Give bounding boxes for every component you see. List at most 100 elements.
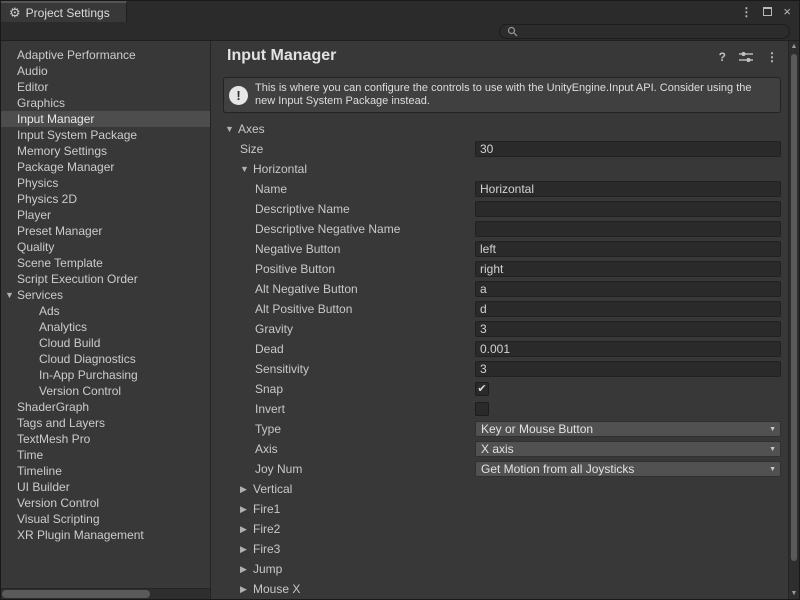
foldout-closed-icon[interactable]: ▶ bbox=[240, 504, 253, 515]
search-input[interactable] bbox=[522, 25, 782, 38]
gear-icon: ⚙ bbox=[9, 6, 21, 19]
foldout-open-icon[interactable]: ▼ bbox=[5, 287, 17, 303]
property-label[interactable]: Mouse X bbox=[253, 582, 300, 596]
text-field-gravity[interactable]: 3 bbox=[475, 321, 781, 337]
property-label[interactable]: Jump bbox=[253, 562, 282, 576]
sidebar-item-memory-settings[interactable]: Memory Settings bbox=[1, 143, 210, 159]
vertical-scrollbar[interactable]: ▲ ▼ bbox=[788, 41, 799, 599]
sidebar-item-physics-2d[interactable]: Physics 2D bbox=[1, 191, 210, 207]
property-label[interactable]: Fire2 bbox=[253, 522, 280, 536]
scrollbar-handle[interactable] bbox=[2, 590, 150, 598]
sidebar-item-input-system-package[interactable]: Input System Package bbox=[1, 127, 210, 143]
presets-icon[interactable] bbox=[739, 51, 753, 63]
text-field-negative-button[interactable]: left bbox=[475, 241, 781, 257]
sidebar-item-editor[interactable]: Editor bbox=[1, 79, 210, 95]
sidebar-item-ui-builder[interactable]: UI Builder bbox=[1, 479, 210, 495]
text-field-alt-negative-button[interactable]: a bbox=[475, 281, 781, 297]
project-settings-window: ⚙ Project Settings ⋮ × Adaptive Performa… bbox=[0, 0, 800, 600]
sidebar-item-analytics[interactable]: Analytics bbox=[1, 319, 210, 335]
dropdown-axis[interactable]: X axis▼ bbox=[475, 441, 781, 457]
property-label[interactable]: Vertical bbox=[253, 482, 292, 496]
sidebar-item-audio[interactable]: Audio bbox=[1, 63, 210, 79]
foldout-closed-icon[interactable]: ▶ bbox=[240, 484, 253, 495]
foldout-closed-icon[interactable]: ▶ bbox=[240, 564, 253, 575]
property-label[interactable]: Horizontal bbox=[253, 162, 307, 176]
sidebar-item-preset-manager[interactable]: Preset Manager bbox=[1, 223, 210, 239]
property-label: Descriptive Negative Name bbox=[255, 222, 400, 236]
sidebar-horizontal-scrollbar[interactable] bbox=[1, 588, 210, 599]
sidebar-item-in-app-purchasing[interactable]: In-App Purchasing bbox=[1, 367, 210, 383]
sidebar-item-shadergraph[interactable]: ShaderGraph bbox=[1, 399, 210, 415]
property-label: Size bbox=[240, 142, 263, 156]
scrollbar-handle[interactable] bbox=[791, 54, 797, 561]
sidebar-item-cloud-diagnostics[interactable]: Cloud Diagnostics bbox=[1, 351, 210, 367]
property-label[interactable]: Fire1 bbox=[253, 502, 280, 516]
text-field-value: 30 bbox=[480, 142, 493, 156]
sidebar-item-adaptive-performance[interactable]: Adaptive Performance bbox=[1, 47, 210, 63]
sidebar-item-tags-and-layers[interactable]: Tags and Layers bbox=[1, 415, 210, 431]
close-icon[interactable]: × bbox=[783, 4, 791, 19]
scroll-up-icon[interactable]: ▲ bbox=[789, 43, 799, 50]
property-label[interactable]: Fire3 bbox=[253, 542, 280, 556]
checkbox-snap[interactable]: ✔ bbox=[475, 382, 489, 396]
property-label: Dead bbox=[255, 342, 284, 356]
foldout-closed-icon[interactable]: ▶ bbox=[240, 524, 253, 535]
foldout-closed-icon[interactable]: ▶ bbox=[240, 544, 253, 555]
foldout-closed-icon[interactable]: ▶ bbox=[240, 584, 253, 595]
sidebar-item-version-control[interactable]: Version Control bbox=[1, 383, 210, 399]
property-label: Gravity bbox=[255, 322, 293, 336]
property-label: Name bbox=[255, 182, 287, 196]
sidebar-item-xr-plugin-management[interactable]: XR Plugin Management bbox=[1, 527, 210, 543]
info-helpbox: ! This is where you can configure the co… bbox=[223, 77, 781, 113]
sidebar-item-timeline[interactable]: Timeline bbox=[1, 463, 210, 479]
sidebar-item-script-execution-order[interactable]: Script Execution Order bbox=[1, 271, 210, 287]
foldout-open-icon[interactable]: ▼ bbox=[225, 124, 238, 134]
dropdown-joy-num[interactable]: Get Motion from all Joysticks▼ bbox=[475, 461, 781, 477]
dropdown-type[interactable]: Key or Mouse Button▼ bbox=[475, 421, 781, 437]
sidebar-item-input-manager[interactable]: Input Manager bbox=[1, 111, 210, 127]
text-field-alt-positive-button[interactable]: d bbox=[475, 301, 781, 317]
property-label: Negative Button bbox=[255, 242, 340, 256]
sidebar-item-services[interactable]: ▼Services bbox=[1, 287, 210, 303]
help-icon[interactable]: ? bbox=[719, 50, 726, 64]
property-label[interactable]: Axes bbox=[238, 122, 265, 136]
property-row-positive-button: Positive Button right bbox=[211, 259, 788, 279]
property-row-dead: Dead 0.001 bbox=[211, 339, 788, 359]
sidebar-item-player[interactable]: Player bbox=[1, 207, 210, 223]
sidebar-item-label: Adaptive Performance bbox=[17, 48, 136, 62]
sidebar-item-scene-template[interactable]: Scene Template bbox=[1, 255, 210, 271]
sidebar-item-physics[interactable]: Physics bbox=[1, 175, 210, 191]
sidebar-item-package-manager[interactable]: Package Manager bbox=[1, 159, 210, 175]
scroll-down-icon[interactable]: ▼ bbox=[789, 590, 799, 597]
sidebar-item-visual-scripting[interactable]: Visual Scripting bbox=[1, 511, 210, 527]
text-field-sensitivity[interactable]: 3 bbox=[475, 361, 781, 377]
sidebar-item-quality[interactable]: Quality bbox=[1, 239, 210, 255]
sidebar-item-cloud-build[interactable]: Cloud Build bbox=[1, 335, 210, 351]
text-field-positive-button[interactable]: right bbox=[475, 261, 781, 277]
property-label: Snap bbox=[255, 382, 283, 396]
property-label: Positive Button bbox=[255, 262, 335, 276]
dropdown-value: Get Motion from all Joysticks bbox=[481, 462, 634, 476]
text-field-name[interactable]: Horizontal bbox=[475, 181, 781, 197]
panel-menu-icon[interactable]: ⋮ bbox=[766, 50, 778, 64]
text-field-descriptive-name[interactable] bbox=[475, 201, 781, 217]
sidebar-item-ads[interactable]: Ads bbox=[1, 303, 210, 319]
maximize-icon[interactable] bbox=[763, 7, 772, 16]
search-box[interactable] bbox=[499, 24, 790, 39]
foldout-open-icon[interactable]: ▼ bbox=[240, 164, 253, 174]
sidebar-item-time[interactable]: Time bbox=[1, 447, 210, 463]
window-menu-icon[interactable]: ⋮ bbox=[740, 5, 752, 19]
sidebar-item-version-control[interactable]: Version Control bbox=[1, 495, 210, 511]
text-field-size[interactable]: 30 bbox=[475, 141, 781, 157]
property-row-axis: AxisX axis▼ bbox=[211, 439, 788, 459]
checkbox-invert[interactable] bbox=[475, 402, 489, 416]
sidebar-item-textmesh-pro[interactable]: TextMesh Pro bbox=[1, 431, 210, 447]
tab-project-settings[interactable]: ⚙ Project Settings bbox=[1, 1, 127, 22]
text-field-descriptive-negative-name[interactable] bbox=[475, 221, 781, 237]
sidebar-item-label: Physics bbox=[17, 176, 58, 190]
property-row-fire2: ▶Fire2 bbox=[211, 519, 788, 539]
sidebar-item-label: Timeline bbox=[17, 464, 62, 478]
text-field-dead[interactable]: 0.001 bbox=[475, 341, 781, 357]
sidebar-item-graphics[interactable]: Graphics bbox=[1, 95, 210, 111]
text-field-value: d bbox=[480, 302, 487, 316]
